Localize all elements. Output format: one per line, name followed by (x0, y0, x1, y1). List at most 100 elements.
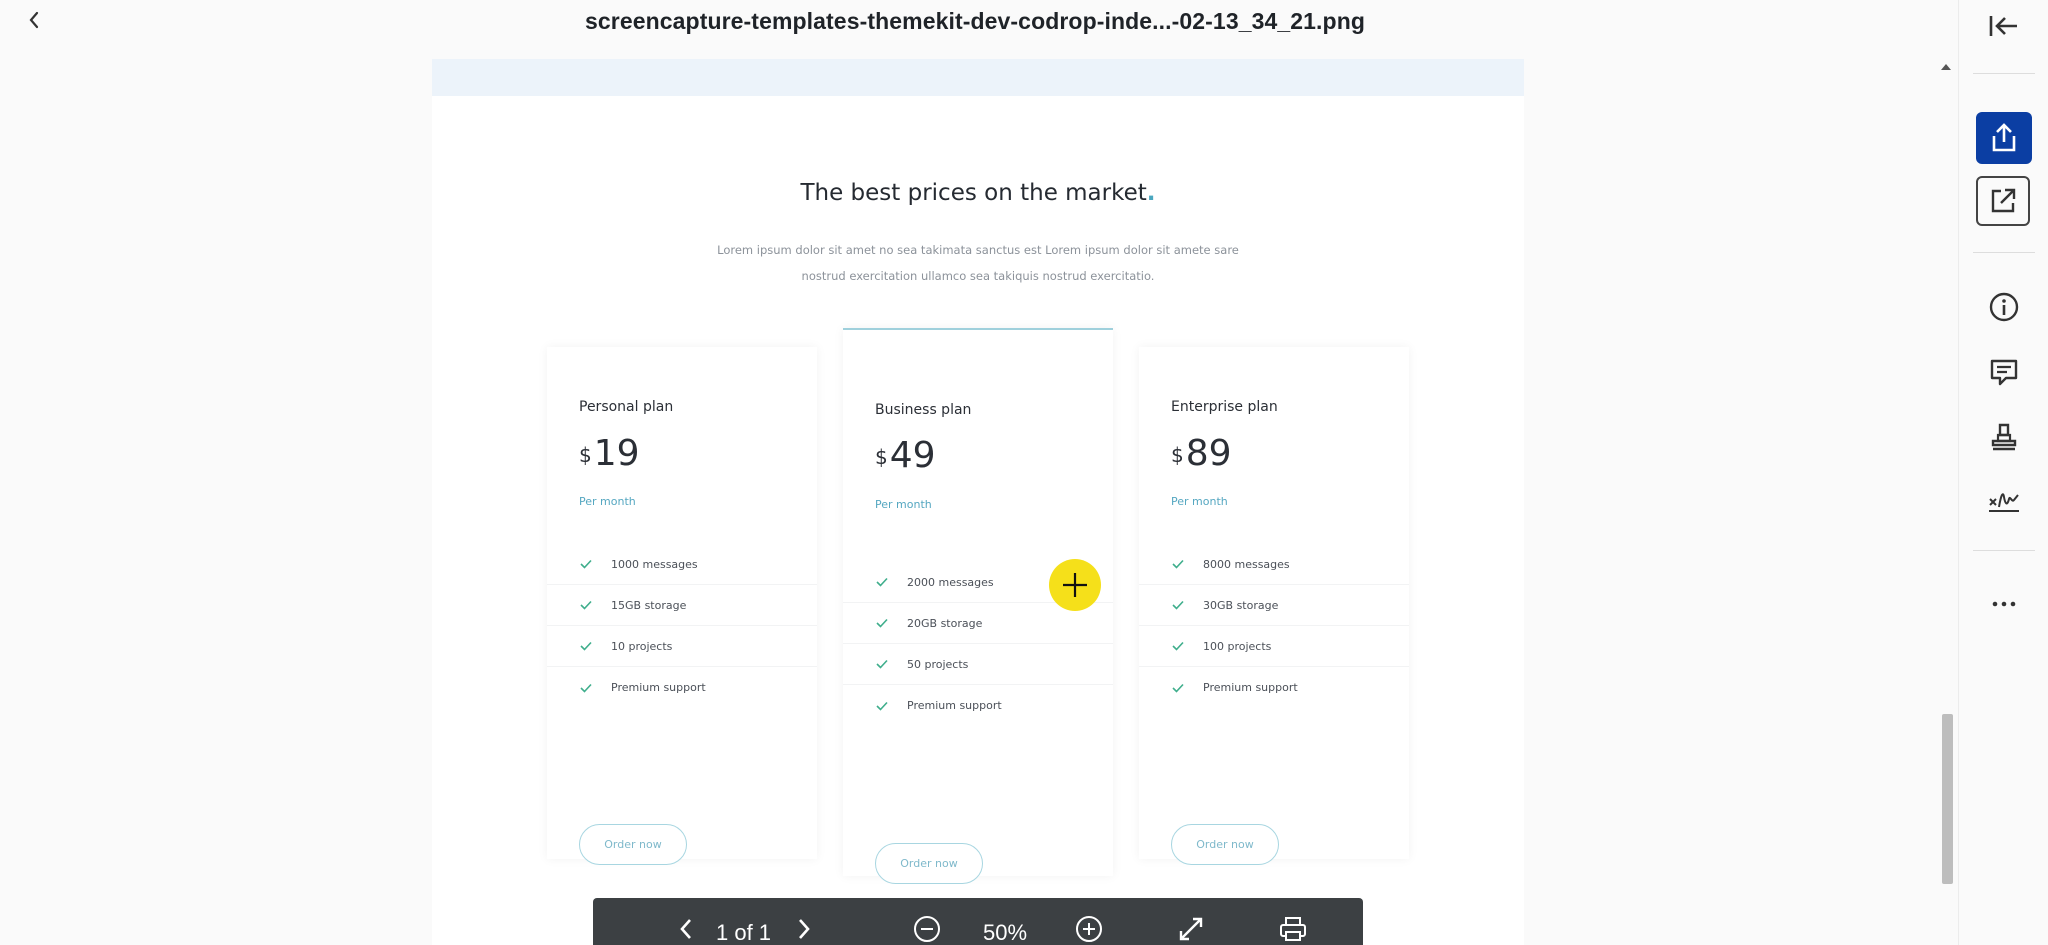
plan-card-personal: Personal plan $19 Per month 1000 message… (547, 347, 817, 865)
currency-symbol: $ (579, 443, 592, 467)
order-now-button[interactable]: Order now (875, 843, 983, 884)
check-icon (1171, 639, 1185, 653)
subtitle-line: Lorem ipsum dolor sit amet no sea takima… (717, 243, 1239, 257)
info-button[interactable] (1976, 281, 2032, 333)
zoom-in-button[interactable] (1073, 914, 1105, 944)
prev-page-button[interactable] (671, 914, 701, 944)
order-now-button[interactable]: Order now (1171, 824, 1279, 865)
feature-item: 100 projects (1139, 626, 1409, 667)
zoom-level: 50% (983, 920, 1028, 945)
feature-text: 50 projects (907, 657, 969, 671)
price-period: Per month (579, 495, 636, 508)
cursor-highlight (1049, 559, 1101, 611)
open-external-button[interactable] (1976, 176, 2030, 226)
feature-text: 8000 messages (1203, 557, 1290, 571)
comment-icon (1990, 359, 2018, 386)
more-icon (1992, 601, 2016, 607)
price-amount: 49 (889, 435, 936, 476)
feature-text: 20GB storage (907, 616, 983, 630)
expand-icon (1179, 917, 1203, 941)
right-tool-rail (1958, 0, 2048, 945)
feature-list: 8000 messages 30GB storage 100 projects … (1139, 544, 1409, 708)
feature-item: Premium support (547, 667, 817, 708)
feature-item: 15GB storage (547, 585, 817, 626)
stamp-icon (1991, 423, 2017, 451)
feature-text: 30GB storage (1203, 598, 1279, 612)
vertical-scrollbar[interactable] (1938, 58, 1956, 888)
collapse-panel-icon (1989, 16, 2017, 36)
feature-text: 2000 messages (907, 575, 994, 589)
document-page: The best prices on the market. Lorem ips… (432, 59, 1524, 945)
info-icon (1989, 292, 2019, 322)
check-icon (875, 657, 889, 671)
signature-icon (1989, 493, 2019, 512)
collapse-panel-button[interactable] (1976, 0, 2032, 52)
plan-price: $89 (1171, 433, 1232, 474)
scroll-thumb[interactable] (1942, 714, 1953, 884)
rail-divider (1973, 73, 2035, 74)
comment-button[interactable] (1976, 346, 2032, 398)
currency-symbol: $ (875, 445, 888, 469)
chevron-right-icon (799, 919, 810, 939)
check-icon (875, 575, 889, 589)
rail-divider (1973, 550, 2035, 551)
plan-name: Personal plan (579, 399, 674, 415)
signature-button[interactable] (1976, 475, 2032, 527)
feature-text: Premium support (611, 681, 706, 694)
feature-text: Premium support (1203, 681, 1298, 694)
feature-item: Premium support (1139, 667, 1409, 708)
check-icon (1171, 598, 1185, 612)
more-options-button[interactable] (1976, 578, 2032, 630)
feature-text: 100 projects (1203, 639, 1272, 653)
feature-text: 1000 messages (611, 557, 698, 571)
check-icon (1171, 557, 1185, 571)
viewer-toolbar: 1 of 1 50% (593, 898, 1363, 945)
share-button[interactable] (1976, 112, 2032, 164)
feature-item: 30GB storage (1139, 585, 1409, 626)
plan-name: Enterprise plan (1171, 399, 1278, 415)
crosshair-icon (1063, 573, 1087, 597)
check-icon (579, 598, 593, 612)
plan-price: $49 (875, 435, 936, 476)
scroll-up-arrow-icon[interactable] (1941, 64, 1951, 70)
price-amount: 19 (593, 433, 640, 474)
fit-to-screen-button[interactable] (1175, 914, 1207, 944)
share-icon (1992, 123, 2016, 152)
feature-item: 50 projects (843, 644, 1113, 685)
feature-text: 15GB storage (611, 598, 687, 612)
zoom-in-icon (1076, 916, 1102, 942)
next-page-button[interactable] (789, 914, 819, 944)
rail-divider (1973, 252, 2035, 253)
price-period: Per month (1171, 495, 1228, 508)
check-icon (875, 699, 889, 713)
feature-item: 1000 messages (547, 544, 817, 585)
feature-list: 1000 messages 15GB storage 10 projects P… (547, 544, 817, 708)
section-heading: The best prices on the market. (432, 180, 1524, 206)
page-indicator: 1 of 1 (716, 920, 772, 945)
open-external-icon (1991, 188, 2016, 213)
feature-item: 8000 messages (1139, 544, 1409, 585)
print-button[interactable] (1277, 914, 1309, 944)
currency-symbol: $ (1171, 443, 1184, 467)
check-icon (1171, 681, 1185, 695)
heading-dot: . (1146, 180, 1156, 206)
price-period: Per month (875, 498, 932, 511)
page-top-band (432, 59, 1524, 96)
check-icon (875, 616, 889, 630)
feature-text: Premium support (907, 699, 1002, 712)
plan-price: $19 (579, 433, 640, 474)
document-title: screencapture-templates-themekit-dev-cod… (585, 8, 1365, 34)
feature-item: 10 projects (547, 626, 817, 667)
check-icon (579, 681, 593, 695)
zoom-out-button[interactable] (911, 914, 943, 944)
section-subtitle: Lorem ipsum dolor sit amet no sea takima… (712, 237, 1244, 289)
price-amount: 89 (1185, 433, 1232, 474)
chevron-left-icon (680, 919, 691, 939)
order-now-button[interactable]: Order now (579, 824, 687, 865)
plan-name: Business plan (875, 402, 972, 418)
stamp-button[interactable] (1976, 411, 2032, 463)
feature-item: Premium support (843, 685, 1113, 726)
section-heading-text: The best prices on the market (800, 180, 1147, 206)
feature-text: 10 projects (611, 639, 673, 653)
check-icon (579, 557, 593, 571)
